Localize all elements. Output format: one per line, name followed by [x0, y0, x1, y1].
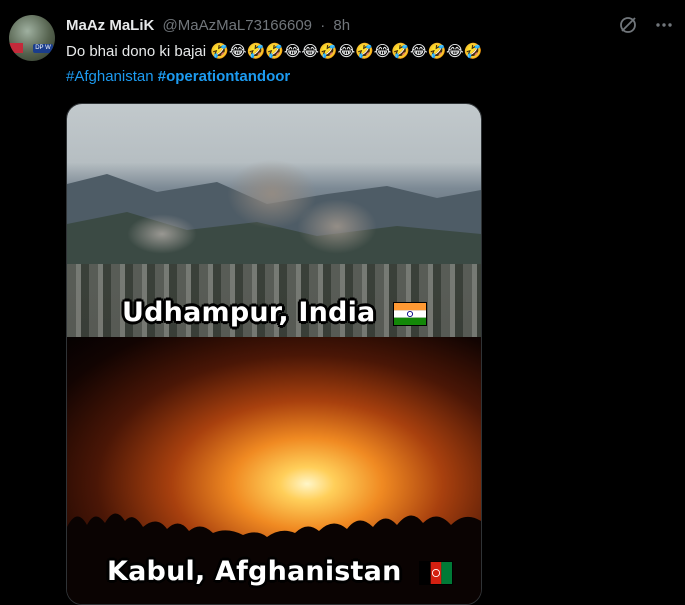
caption-bottom-text: Kabul, Afghanistan	[107, 556, 402, 587]
smoke-plume-3	[127, 214, 197, 254]
avatar-stripe	[9, 43, 23, 53]
tweet-text-body: Do bhai dono ki bajai	[66, 43, 207, 60]
india-flag-icon	[393, 301, 428, 326]
emoji-string: 🤣😂🤣🤣😂😂🤣😂🤣😂🤣😂🤣😂🤣	[210, 42, 483, 60]
avatar-badge: DP W	[33, 44, 53, 53]
hashtag-afghanistan[interactable]: #Afghanistan	[66, 68, 154, 85]
hashtag-line: #Afghanistan #operationtandoor	[66, 67, 290, 87]
tweet-header: MaAz MaLiK @MaAzMaL73166609 · 8h	[66, 16, 350, 36]
tweet-text: Do bhai dono ki bajai 🤣😂🤣🤣😂😂🤣😂🤣😂🤣😂🤣😂🤣	[66, 41, 666, 62]
user-handle[interactable]: @MaAzMaL73166609	[163, 17, 313, 34]
tweet-actions	[617, 14, 675, 36]
more-dots-icon[interactable]	[653, 14, 675, 36]
smoke-plume-2	[297, 199, 377, 254]
hashtag-operationtandoor[interactable]: #operationtandoor	[158, 68, 291, 85]
tweet-timestamp[interactable]: 8h	[333, 17, 350, 34]
caption-top-text: Udhampur, India	[122, 297, 376, 328]
tweet-media-image[interactable]: Udhampur, India Kabul, Afghanistan	[66, 103, 482, 605]
caption-top: Udhampur, India	[122, 297, 428, 328]
slash-circle-icon[interactable]	[617, 14, 639, 36]
separator-dot: ·	[320, 17, 326, 34]
tweet-article[interactable]: DP W MaAz MaLiK @MaAzMaL73166609 · 8h Do…	[0, 0, 685, 605]
afghanistan-flag-icon	[419, 560, 454, 585]
avatar[interactable]: DP W	[9, 15, 55, 61]
display-name[interactable]: MaAz MaLiK	[66, 17, 154, 34]
caption-bottom: Kabul, Afghanistan	[107, 556, 454, 587]
